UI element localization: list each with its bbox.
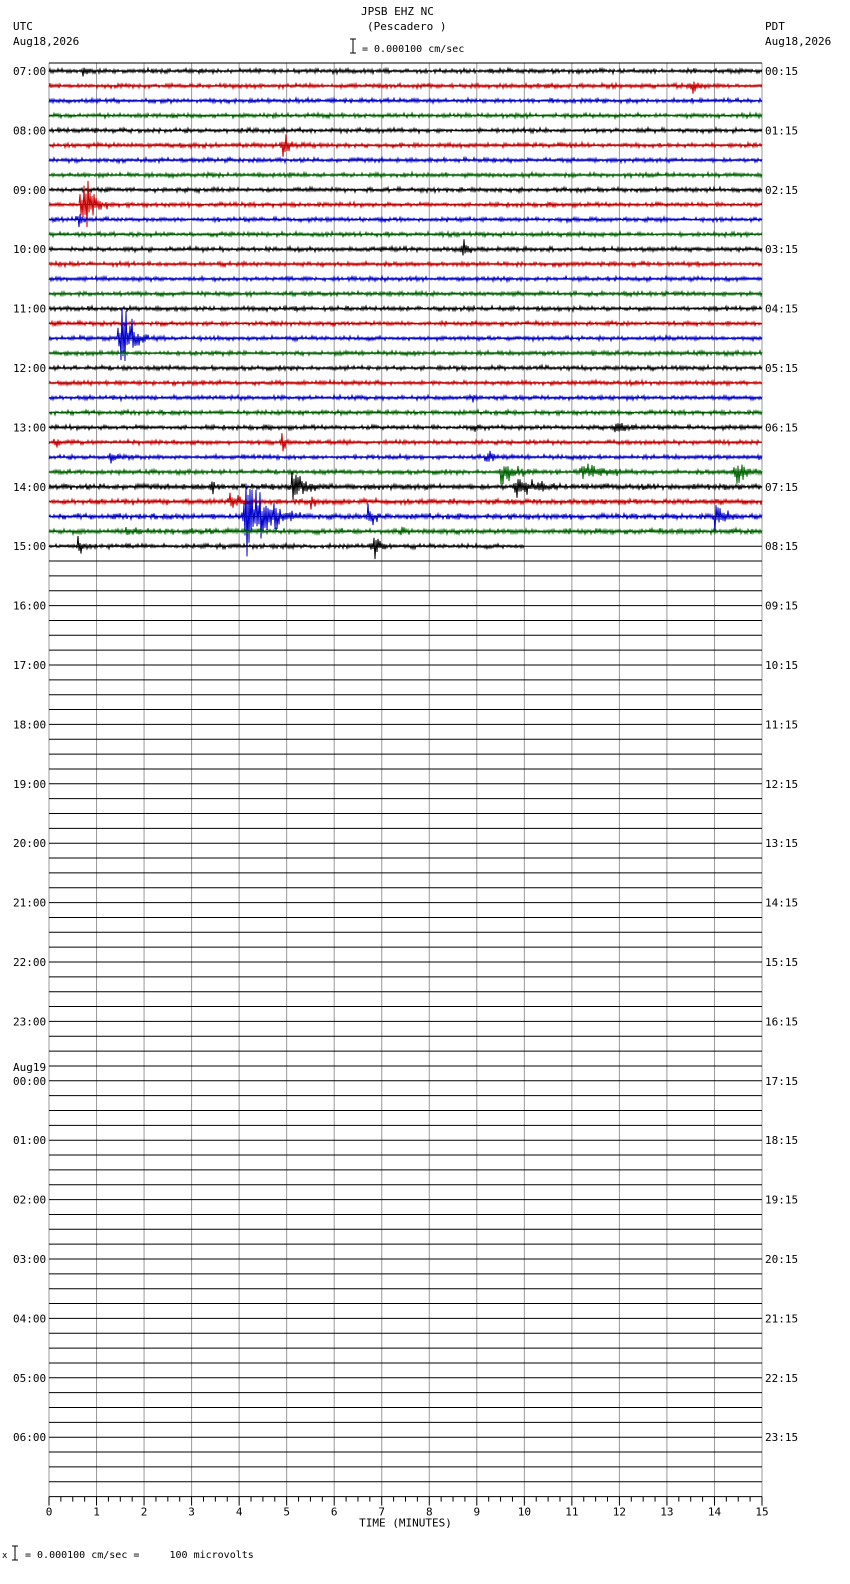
utc-hour-label: 14:00 <box>13 481 46 494</box>
pdt-date-label: Aug18,2026 <box>765 35 832 48</box>
seismic-trace <box>48 66 763 77</box>
pdt-hour-label: 12:15 <box>765 778 798 791</box>
pdt-hour-label: 18:15 <box>765 1134 798 1147</box>
pdt-hour-label: 16:15 <box>765 1015 798 1028</box>
seismic-trace <box>48 492 763 510</box>
utc-timezone-label: UTC <box>13 20 33 33</box>
seismic-trace <box>48 348 763 358</box>
seismic-trace <box>48 304 763 314</box>
seismic-trace <box>48 378 763 388</box>
x-tick-label: 12 <box>613 1506 626 1519</box>
scale-value: = 0.000100 cm/sec <box>362 44 465 55</box>
pdt-hour-label: 07:15 <box>765 481 798 494</box>
utc-hour-label: 15:00 <box>13 540 46 553</box>
utc-hour-label: 21:00 <box>13 897 46 910</box>
utc-hour-label: 00:00 <box>13 1075 46 1088</box>
seismic-trace <box>48 111 763 120</box>
pdt-hour-label: 11:15 <box>765 718 798 731</box>
footer-scale-bar-icon <box>12 1545 18 1561</box>
pdt-hour-label: 08:15 <box>765 540 798 553</box>
pdt-timezone-label: PDT <box>765 20 785 33</box>
utc-hour-label: 05:00 <box>13 1372 46 1385</box>
x-axis-label: TIME (MINUTES) <box>359 1517 452 1530</box>
x-tick-label: 6 <box>331 1506 338 1519</box>
utc-hour-label: 12:00 <box>13 362 46 375</box>
seismic-trace <box>48 259 763 269</box>
pdt-hour-label: 03:15 <box>765 243 798 256</box>
footer-scale-value: = 0.000100 cm/sec = 100 microvolts <box>25 1550 254 1561</box>
utc-hour-label: 20:00 <box>13 837 46 850</box>
date-change-label: Aug19 <box>13 1061 46 1074</box>
x-tick-label: 14 <box>708 1506 722 1519</box>
utc-hour-label: 13:00 <box>13 421 46 434</box>
helicorder-plot: 07:00 08:00 09:00 10:00 11:00 12:00 13:00 14:00… <box>13 62 798 1530</box>
seismic-traces <box>48 66 763 560</box>
x-tick-label: 4 <box>236 1506 243 1519</box>
utc-hour-label: 22:00 <box>13 956 46 969</box>
pdt-hour-label: 02:15 <box>765 184 798 197</box>
seismic-trace <box>48 81 763 94</box>
pdt-hour-label: 20:15 <box>765 1253 798 1266</box>
utc-hour-label: 02:00 <box>13 1194 46 1207</box>
pdt-hour-label: 00:15 <box>765 65 798 78</box>
pdt-hour-label: 04:15 <box>765 303 798 316</box>
utc-hour-label: 10:00 <box>13 243 46 256</box>
pdt-hour-label: 01:15 <box>765 124 798 137</box>
x-tick-label: 2 <box>141 1506 148 1519</box>
pdt-hour-label: 14:15 <box>765 897 798 910</box>
utc-hour-label: 23:00 <box>13 1015 46 1028</box>
pdt-hour-label: 15:15 <box>765 956 798 969</box>
utc-hour-label: 16:00 <box>13 600 46 613</box>
pdt-hour-label: 17:15 <box>765 1075 798 1088</box>
x-tick-label: 1 <box>93 1506 100 1519</box>
seismic-trace <box>48 185 763 195</box>
seismic-trace <box>48 239 763 256</box>
seismic-trace <box>48 96 763 105</box>
seismic-trace <box>48 170 763 180</box>
seismic-trace <box>48 393 763 403</box>
pdt-hour-label: 13:15 <box>765 837 798 850</box>
x-axis: 07:00 08:00 09:00 10:00 11:00 12:00 13:00 14:00… <box>13 65 798 1530</box>
utc-hour-label: 08:00 <box>13 124 46 137</box>
x-tick-label: 15 <box>755 1506 768 1519</box>
seismic-trace <box>48 463 763 485</box>
utc-hour-label: 17:00 <box>13 659 46 672</box>
utc-hour-label: 04:00 <box>13 1312 46 1325</box>
x-tick-label: 10 <box>518 1506 531 1519</box>
seismic-trace <box>48 450 763 464</box>
utc-hour-label: 18:00 <box>13 718 46 731</box>
pdt-hour-label: 22:15 <box>765 1372 798 1385</box>
x-tick-label: 0 <box>46 1506 53 1519</box>
utc-hour-label: 11:00 <box>13 303 46 316</box>
pdt-hour-label: 21:15 <box>765 1312 798 1325</box>
pdt-hour-label: 06:15 <box>765 421 798 434</box>
utc-hour-label: 19:00 <box>13 778 46 791</box>
scale-bar-icon <box>350 38 356 54</box>
seismic-trace <box>48 422 763 433</box>
utc-date-label: Aug18,2026 <box>13 35 80 48</box>
x-tick-label: 9 <box>473 1506 480 1519</box>
pdt-hour-label: 05:15 <box>765 362 798 375</box>
utc-hour-label: 07:00 <box>13 65 46 78</box>
station-location: (Pescadero ) <box>367 20 447 33</box>
pdt-hour-label: 10:15 <box>765 659 798 672</box>
x-tick-label: 3 <box>188 1506 195 1519</box>
seismic-trace <box>48 155 763 165</box>
utc-hour-label: 01:00 <box>13 1134 46 1147</box>
pdt-hour-label: 19:15 <box>765 1194 798 1207</box>
footer-marker: x <box>2 1551 8 1561</box>
seismic-trace <box>48 471 763 500</box>
utc-hour-label: 06:00 <box>13 1431 46 1444</box>
utc-hour-label: 03:00 <box>13 1253 46 1266</box>
x-tick-label: 11 <box>565 1506 578 1519</box>
pdt-hour-label: 09:15 <box>765 600 798 613</box>
pdt-hour-label: 23:15 <box>765 1431 798 1444</box>
x-tick-label: 13 <box>660 1506 673 1519</box>
seismic-trace <box>48 214 763 228</box>
utc-hour-label: 09:00 <box>13 184 46 197</box>
x-tick-label: 5 <box>283 1506 290 1519</box>
station-title: JPSB EHZ NC <box>361 5 434 18</box>
